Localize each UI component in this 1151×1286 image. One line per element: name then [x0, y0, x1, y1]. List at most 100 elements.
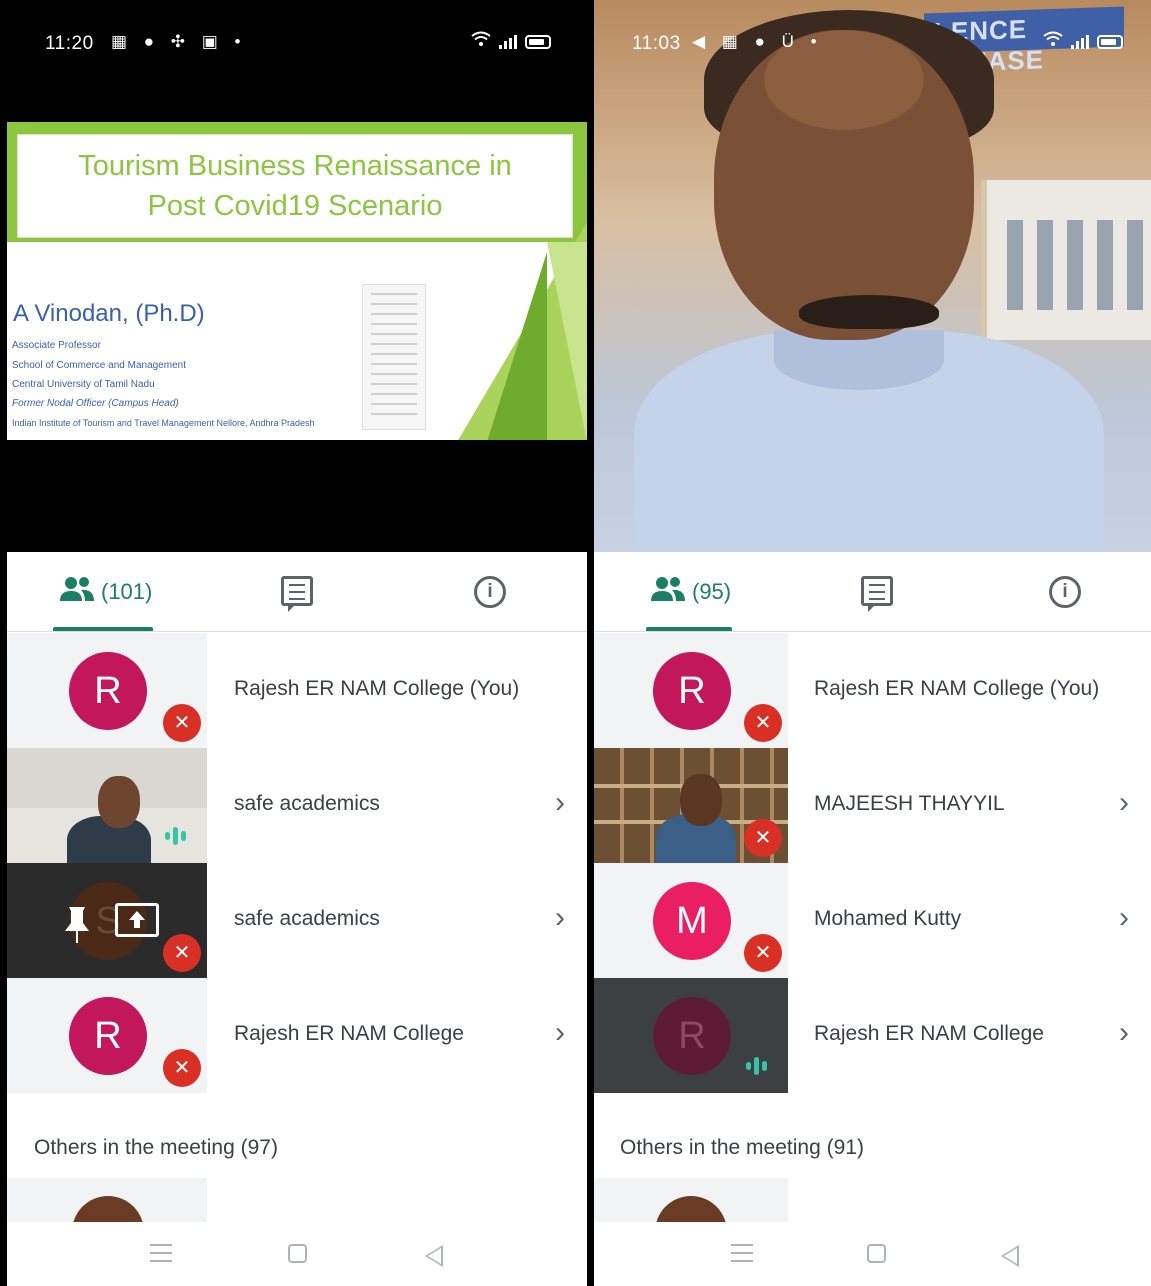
participant-row[interactable]: M ✕ Mohamed Kutty › [594, 863, 1151, 978]
mic-muted-icon: ✕ [163, 1049, 201, 1087]
battery-icon [525, 35, 551, 49]
android-nav-bar [594, 1222, 1151, 1286]
tab-people[interactable]: (95) [650, 570, 731, 614]
others-heading: Others in the meeting (91) [620, 1136, 864, 1159]
chevron-right-icon[interactable]: › [1119, 786, 1129, 820]
participant-name: safe academics [234, 907, 380, 930]
avatar: R [69, 997, 147, 1075]
tab-active-indicator [53, 627, 153, 631]
wifi-icon [471, 31, 491, 53]
chat-icon[interactable] [281, 576, 313, 612]
avatar: R [653, 652, 731, 730]
speaker-mustache [799, 295, 939, 329]
participant-name: Rajesh ER NAM College (You) [814, 677, 1100, 700]
speaker-video: LENCE PLEASE [594, 0, 1151, 552]
chevron-right-icon[interactable]: › [1119, 1016, 1129, 1050]
mic-muted-icon: ✕ [163, 704, 201, 742]
left-phone-screen: Tourism Business Renaissance in Post Cov… [7, 0, 587, 1286]
avatar: R [653, 997, 731, 1075]
chevron-right-icon[interactable]: › [555, 901, 565, 935]
slide-affiliation: School of Commerce and Management [12, 360, 186, 371]
status-time: 11:03 [632, 33, 681, 54]
chevron-right-icon[interactable]: › [555, 1016, 565, 1050]
participant-tile: R [594, 978, 788, 1093]
back-icon[interactable] [1001, 1245, 1019, 1267]
participant-tile: S ✕ [7, 863, 207, 978]
slide-context-menu [362, 284, 426, 430]
notification-icons: ◀ ▦ ● Ü • [692, 32, 823, 51]
mic-muted-icon: ✕ [744, 934, 782, 972]
status-time: 11:20 [45, 33, 94, 54]
participant-row[interactable]: ✕ MAJEESH THAYYIL › [594, 748, 1151, 863]
slide-decor [487, 252, 547, 440]
participant-row[interactable]: R Rajesh ER NAM College › [594, 978, 1151, 1093]
participant-video [7, 748, 207, 863]
people-icon [650, 575, 686, 609]
chevron-right-icon[interactable]: › [1119, 901, 1129, 935]
recent-apps-icon[interactable] [731, 1244, 753, 1262]
tab-people[interactable]: (101) [59, 570, 152, 614]
system-icons [1043, 31, 1123, 53]
participant-name: Rajesh ER NAM College (You) [234, 677, 520, 700]
participant-name: Rajesh ER NAM College [234, 1022, 464, 1045]
participant-name: safe academics [234, 792, 380, 815]
status-bar: 11:03 ◀ ▦ ● Ü • [594, 0, 1151, 62]
back-icon[interactable] [425, 1245, 443, 1267]
mic-muted-icon: ✕ [744, 704, 782, 742]
slide-affiliation: Associate Professor [12, 340, 101, 351]
participant-tile[interactable] [594, 1178, 788, 1222]
recent-apps-icon[interactable] [150, 1244, 172, 1262]
speaking-indicator-icon [746, 1054, 780, 1078]
info-icon[interactable]: i [474, 576, 506, 608]
speaker-stage[interactable]: LENCE PLEASE [594, 0, 1151, 552]
avatar: R [69, 652, 147, 730]
participant-row[interactable]: R ✕ Rajesh ER NAM College (You) [7, 633, 587, 748]
pin-icon [63, 905, 91, 953]
slide-affiliation: Central University of Tamil Nadu [12, 379, 155, 390]
presentation-stage[interactable]: Tourism Business Renaissance in Post Cov… [7, 0, 587, 552]
participant-name: Mohamed Kutty [814, 907, 962, 930]
participant-tile: R ✕ [7, 978, 207, 1093]
participant-tile: M ✕ [594, 863, 788, 978]
system-icons [471, 31, 551, 53]
wifi-icon [1043, 31, 1063, 53]
meeting-tabs: (101) i [7, 552, 587, 632]
slide-title-box: Tourism Business Renaissance in Post Cov… [17, 134, 573, 238]
slide-author: A Vinodan, (Ph.D) [13, 300, 205, 327]
participant-name: Rajesh ER NAM College [814, 1022, 1044, 1045]
people-count: (101) [101, 579, 153, 604]
chat-icon[interactable] [861, 576, 893, 612]
people-count: (95) [692, 579, 732, 604]
notification-icons: ▦ ● ✣ ▣ • [111, 32, 247, 51]
slide-affiliation: Former Nodal Officer (Campus Head) [12, 398, 179, 409]
tab-active-indicator [646, 627, 732, 631]
participant-tile[interactable] [7, 1178, 207, 1222]
background-shelf [981, 180, 1151, 340]
home-icon[interactable] [288, 1244, 307, 1263]
participant-row[interactable]: R ✕ Rajesh ER NAM College › [7, 978, 587, 1093]
avatar: M [653, 882, 731, 960]
slide-decor [547, 242, 587, 440]
slide-title: Tourism Business Renaissance in Post Cov… [78, 150, 512, 222]
participant-row[interactable]: R ✕ Rajesh ER NAM College (You) [594, 633, 1151, 748]
others-heading: Others in the meeting (97) [34, 1136, 278, 1159]
participant-row[interactable]: S ✕ safe academics › [7, 863, 587, 978]
participant-tile: R ✕ [594, 633, 788, 748]
status-bar: 11:20 ▦ ● ✣ ▣ • [7, 0, 587, 62]
people-icon [59, 575, 95, 609]
shared-slide: Tourism Business Renaissance in Post Cov… [7, 122, 587, 440]
participant-video: ✕ [594, 748, 788, 863]
signal-icon [1071, 35, 1089, 49]
participant-name: MAJEESH THAYYIL [814, 792, 1005, 815]
mic-muted-icon: ✕ [744, 819, 782, 857]
info-icon[interactable]: i [1049, 576, 1081, 608]
signal-icon [499, 35, 517, 49]
participant-row[interactable]: safe academics › [7, 748, 587, 863]
participant-tile: R ✕ [7, 633, 207, 748]
mic-muted-icon: ✕ [163, 934, 201, 972]
home-icon[interactable] [867, 1244, 886, 1263]
speaking-indicator-icon [165, 824, 199, 848]
meeting-tabs: (95) i [594, 552, 1151, 632]
chevron-right-icon[interactable]: › [555, 786, 565, 820]
right-phone-screen: LENCE PLEASE 11:03 ◀ ▦ ● Ü • (95) [594, 0, 1151, 1286]
